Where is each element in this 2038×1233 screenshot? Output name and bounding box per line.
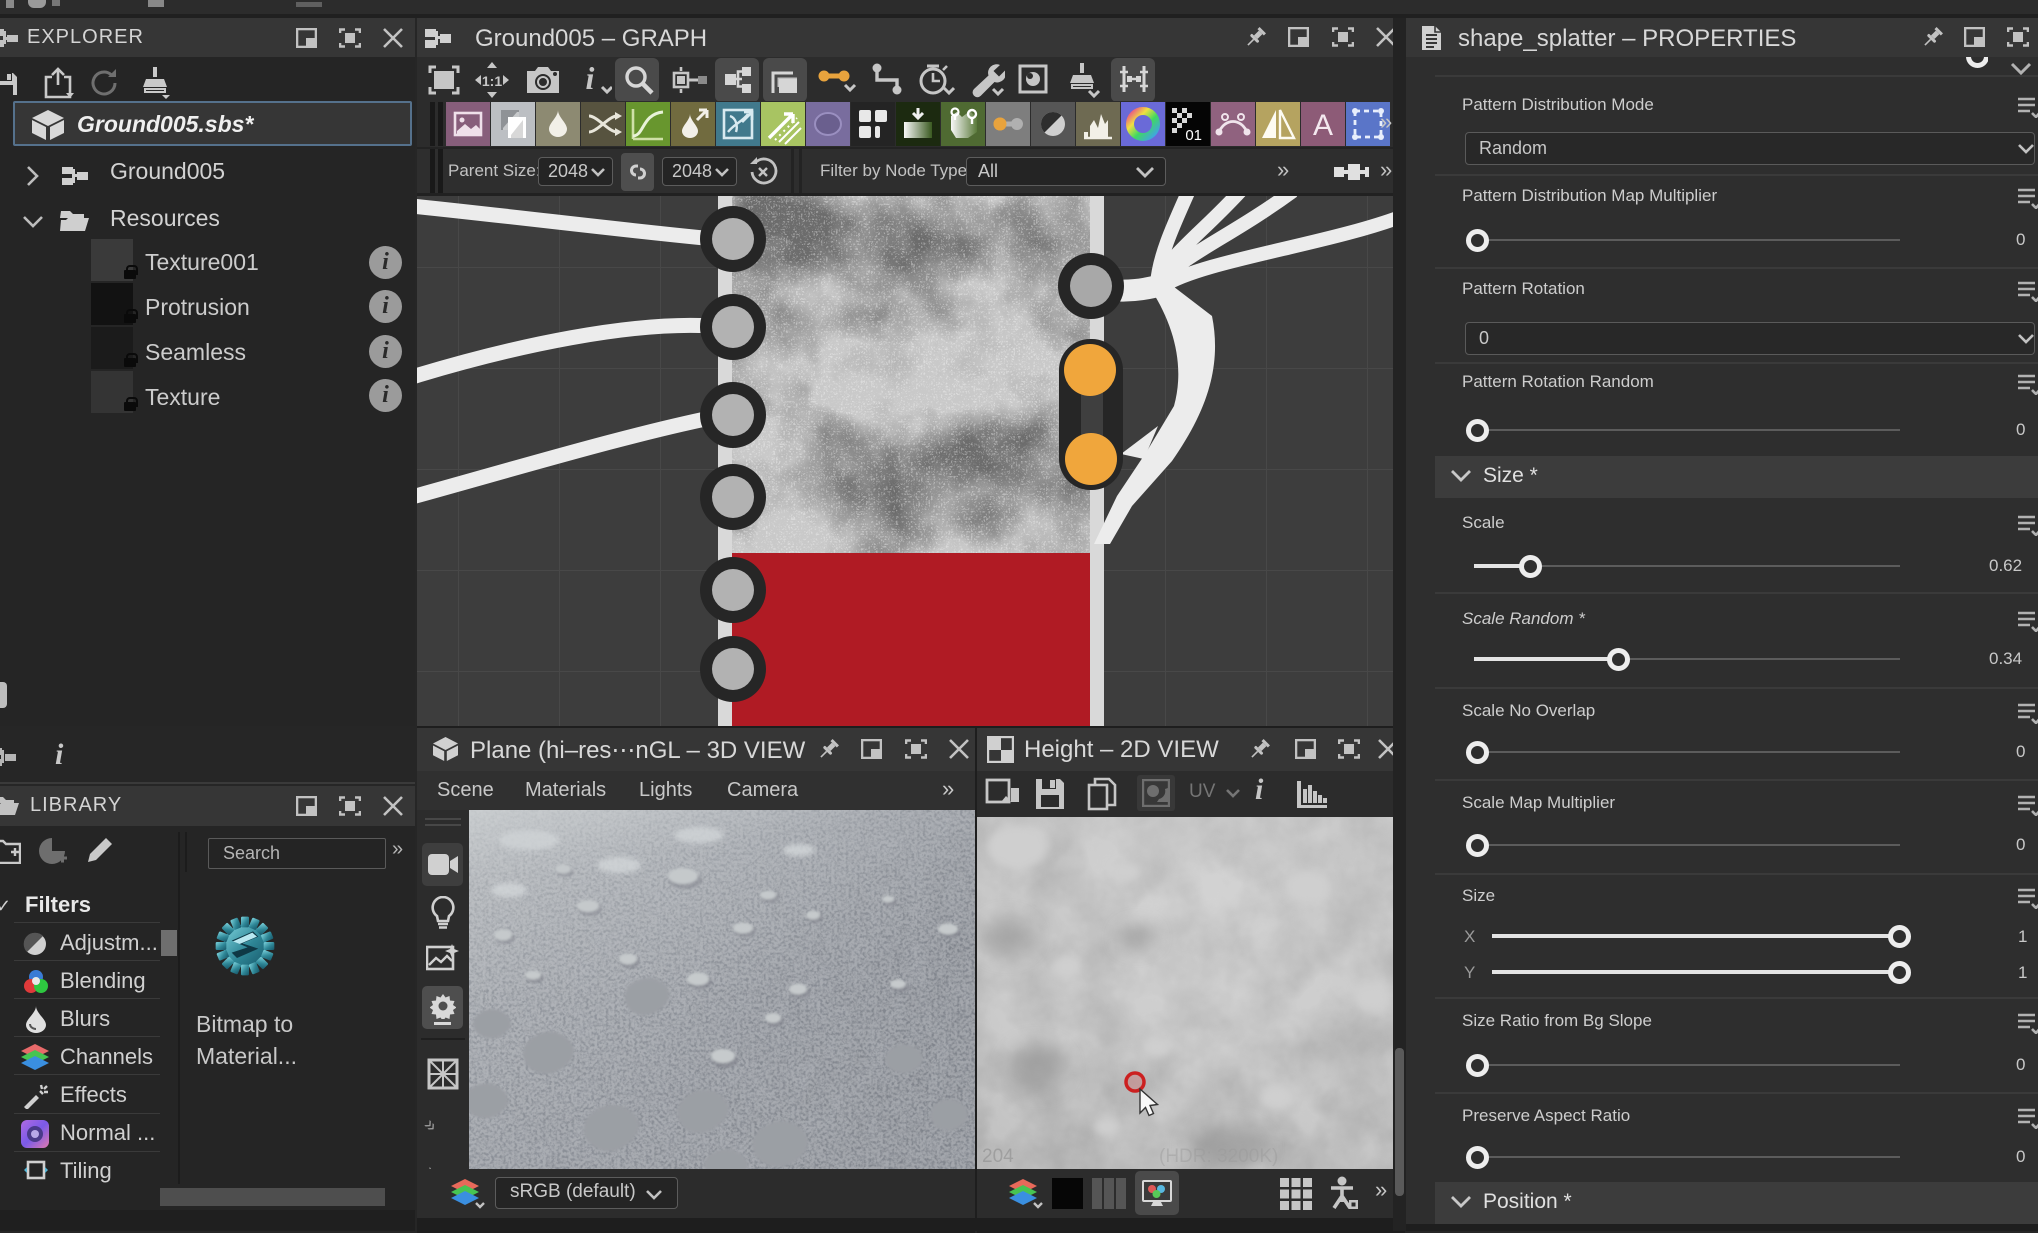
svg-text:i: i	[586, 63, 595, 96]
svg-text:204: 204	[982, 1146, 1014, 1167]
svg-text:01: 01	[1185, 127, 1202, 144]
svg-text:(HDR: 3200K): (HDR: 3200K)	[1159, 1146, 1278, 1167]
svg-text:A: A	[1313, 109, 1333, 142]
svg-text:1:1: 1:1	[482, 73, 502, 89]
